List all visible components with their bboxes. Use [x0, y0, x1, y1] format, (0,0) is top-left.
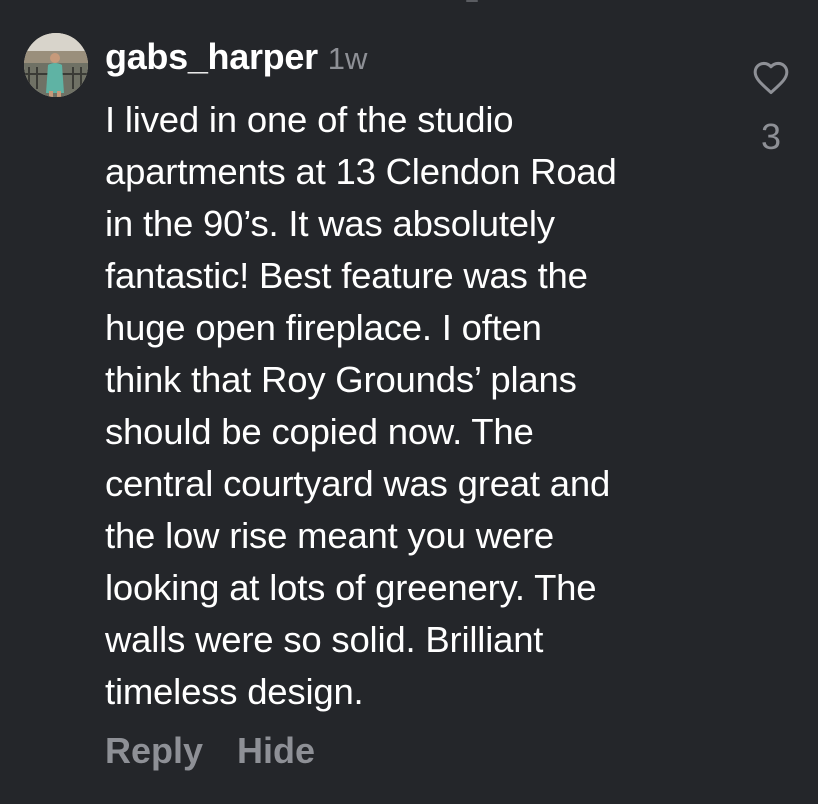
comment-text-line: in the 90’s. It was absolutely: [105, 203, 555, 244]
comment-text-line: looking at lots of greenery. The: [105, 567, 597, 608]
comment-text-line: huge open fireplace. I often: [105, 307, 542, 348]
comment-text-line: apartments at 13 Clendon Road: [105, 151, 617, 192]
comment-item: gabs_harper 1w I lived in one of the stu…: [0, 0, 818, 804]
username[interactable]: gabs_harper: [105, 36, 318, 78]
reply-button[interactable]: Reply: [105, 730, 203, 772]
like-count: 3: [760, 116, 782, 157]
hide-button[interactable]: Hide: [237, 730, 315, 772]
comment-text-line: think that Roy Grounds’ plans: [105, 359, 577, 400]
comment-text-line: central courtyard was great and: [105, 463, 611, 504]
avatar-photo: [24, 33, 88, 97]
comment-actions: Reply Hide: [105, 730, 315, 772]
comment-text-line: walls were so solid. Brilliant: [105, 619, 544, 660]
comment-timestamp: 1w: [327, 41, 368, 76]
comment-text-line: I lived in one of the studio: [105, 99, 514, 140]
comment-text: I lived in one of the studio apartments …: [105, 94, 745, 718]
like-control: 3: [748, 60, 794, 158]
heart-outline-icon[interactable]: [752, 60, 790, 96]
comment-text-line: should be copied now. The: [105, 411, 534, 452]
avatar[interactable]: [24, 33, 88, 97]
comment-text-line: timeless design.: [105, 671, 364, 712]
comment-text-line: fantastic! Best feature was the: [105, 255, 588, 296]
comment-header: gabs_harper 1w: [105, 36, 367, 80]
comment-text-line: the low rise meant you were: [105, 515, 555, 556]
